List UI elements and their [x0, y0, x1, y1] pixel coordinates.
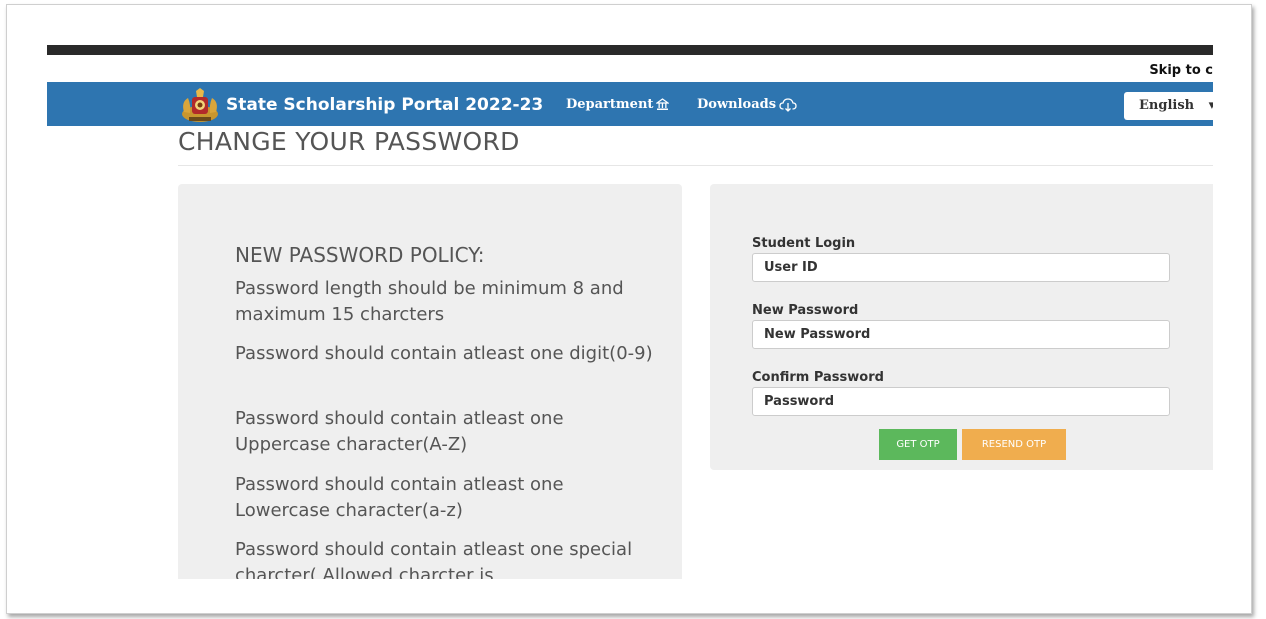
top-dark-bar — [47, 45, 1213, 55]
nav-department-label: Department — [566, 97, 654, 112]
nav-department[interactable]: Department — [566, 97, 670, 112]
chevron-down-icon: ▾ — [1209, 98, 1213, 113]
language-selected-label: English — [1139, 98, 1195, 113]
screenshot-frame: Skip to c State Scholarship Portal 2022-… — [6, 4, 1252, 614]
title-divider — [178, 165, 1213, 166]
confirm-password-input[interactable] — [752, 387, 1170, 416]
change-password-form: Student Login New Password Confirm Passw… — [710, 184, 1213, 470]
policy-rule-uppercase: Password should contain atleast one Uppe… — [235, 408, 564, 455]
state-emblem-logo — [182, 88, 218, 122]
language-select[interactable]: English ▾ — [1124, 92, 1213, 120]
browser-viewport: Skip to c State Scholarship Portal 2022-… — [47, 5, 1213, 579]
policy-rule-digit: Password should contain atleast one digi… — [235, 343, 653, 364]
resend-otp-button[interactable]: RESEND OTP — [962, 429, 1066, 460]
get-otp-button[interactable]: GET OTP — [879, 429, 957, 460]
confirm-password-label: Confirm Password — [752, 370, 884, 385]
new-password-input[interactable] — [752, 320, 1170, 349]
nav-downloads[interactable]: Downloads — [697, 97, 797, 112]
page-title: CHANGE YOUR PASSWORD — [178, 127, 520, 156]
policy-heading: NEW PASSWORD POLICY: — [235, 243, 485, 267]
password-policy-panel: NEW PASSWORD POLICY: Password length sho… — [178, 184, 682, 579]
nav-downloads-label: Downloads — [697, 97, 777, 112]
new-password-label: New Password — [752, 303, 859, 318]
student-login-label: Student Login — [752, 236, 856, 251]
policy-rule-lowercase: Password should contain atleast one Lowe… — [235, 474, 564, 521]
bank-icon — [656, 98, 670, 110]
brand-title[interactable]: State Scholarship Portal 2022-23 — [226, 95, 543, 115]
user-id-input[interactable] — [752, 253, 1170, 282]
policy-rule-length: Password length should be minimum 8 and … — [235, 278, 624, 325]
download-cloud-icon — [779, 97, 797, 112]
skip-to-content-link[interactable]: Skip to c — [1149, 63, 1213, 78]
policy-rule-special: Password should contain atleast one spec… — [235, 539, 633, 579]
